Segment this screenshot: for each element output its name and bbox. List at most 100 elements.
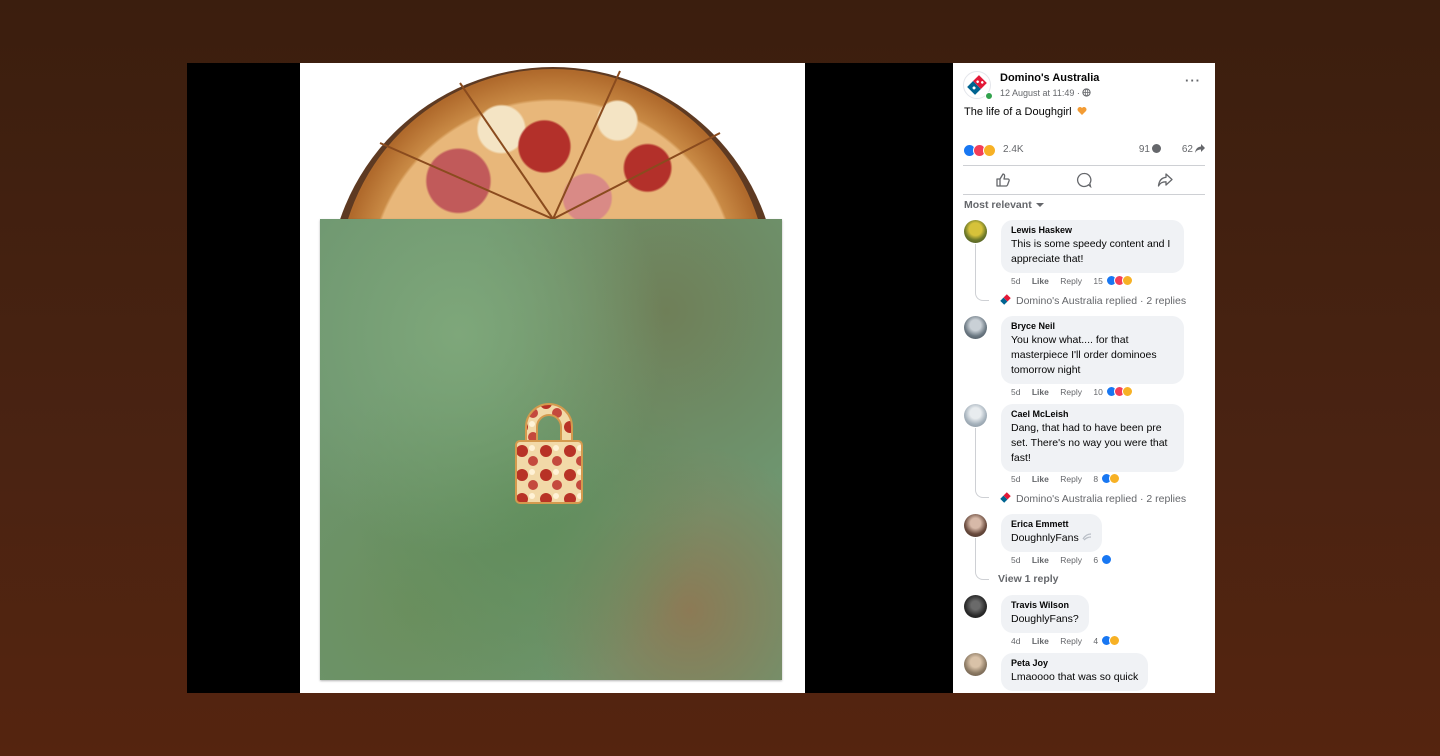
avatar[interactable] [964,220,987,243]
comment-time[interactable]: 5d [1011,474,1020,484]
sort-label: Most relevant [964,199,1032,211]
comment-reply-button[interactable]: Reply [1060,474,1082,484]
comment-sort-dropdown[interactable]: Most relevant [964,199,1044,211]
comment-reaction-count[interactable]: 6 [1093,555,1098,565]
comment-reaction-icons [1101,635,1121,646]
comment-reaction-count[interactable]: 4 [1093,636,1098,646]
commenter-name[interactable]: Erica Emmett [1011,519,1092,529]
post-timestamp[interactable]: 12 August at 11:49 · [1000,88,1092,98]
comment-reaction-icons [1101,473,1121,484]
comment-bubble: Lewis Haskew This is some speedy content… [1001,220,1184,273]
comment-time[interactable]: 4d [1011,636,1020,646]
divider-bottom [963,194,1205,195]
share-count-value: 62 [1181,144,1193,155]
comment-count[interactable]: 91 [1139,144,1161,155]
reaction-icons[interactable] [963,144,996,157]
commenter-name[interactable]: Peta Joy [1011,658,1138,668]
share-count[interactable]: 62 [1182,144,1205,155]
comment-like-button[interactable]: Like [1032,387,1049,397]
globe-icon [1082,88,1092,97]
commenter-name[interactable]: Lewis Haskew [1011,225,1174,235]
comment-button[interactable] [1044,167,1125,193]
more-options-button[interactable]: ··· [1185,73,1201,88]
avatar[interactable] [964,653,987,676]
comment-time[interactable]: 5d [1011,276,1020,286]
locked-blurred-content[interactable] [320,219,782,680]
comment-reply-button[interactable]: Reply [1060,276,1082,286]
avatar[interactable] [964,514,987,537]
haha-reaction-icon [983,144,996,157]
like-button[interactable] [963,167,1044,193]
comment-like-button[interactable]: Like [1032,636,1049,646]
post-sidebar: Domino's Australia 12 August at 11:49 · … [953,63,1215,693]
comment-bubble: Peta Joy Lmaoooo that was so quick [1001,653,1149,691]
share-button[interactable] [1124,167,1205,193]
post-photo[interactable] [300,63,805,693]
comment-like-button[interactable]: Like [1032,555,1049,565]
pizza-image [300,63,805,219]
haha-reaction-icon [1109,635,1121,646]
avatar[interactable] [964,404,987,427]
comment-text: Lmaoooo that was so quick [1011,671,1139,683]
comment-text: Dang, that had to have been pre set. The… [1011,422,1168,464]
reaction-count[interactable]: 2.4K [1003,144,1024,155]
comment-like-button[interactable]: Like [1032,276,1049,286]
post-date[interactable]: 12 August at 11:49 · [1000,88,1080,98]
comment-bubble: Erica Emmett DoughnlyFans [1001,514,1102,552]
comment-bubble: Cael McLeish Dang, that had to have been… [1001,404,1184,472]
haha-reaction-icon [1122,275,1134,286]
commenter-name[interactable]: Travis Wilson [1011,600,1079,610]
comment-reaction-count[interactable]: 8 [1093,474,1098,484]
comment-reaction-icons [1106,275,1134,286]
like-reaction-icon [1101,554,1113,565]
page-replied-link[interactable]: Domino's Australia replied · 2 replies [999,491,1186,505]
page-name-link[interactable]: Domino's Australia [1000,72,1099,84]
thread-line [975,538,989,580]
media-viewer [187,63,953,693]
comment-icon [1076,172,1092,188]
comment-count-value: 91 [1138,144,1150,155]
replied-text: Domino's Australia replied · 2 replies [1016,295,1187,307]
online-status-dot [985,92,993,100]
thread-line [975,428,989,498]
dash-emoji-icon [1082,533,1091,541]
comment-time[interactable]: 5d [1011,387,1020,397]
divider-top [963,165,1205,166]
share-arrow-icon [1195,144,1205,153]
replied-text: Domino's Australia replied · 2 replies [1016,493,1187,505]
post-caption: The life of a Doughgirl [964,106,1087,118]
comment-bubble: Bryce Neil You know what.... for that ma… [1001,316,1184,384]
post-header: Domino's Australia 12 August at 11:49 · … [963,71,1205,103]
comment-reply-button[interactable]: Reply [1060,555,1082,565]
comment-reaction-icons [1101,554,1113,565]
comment-reaction-count[interactable]: 15 [1093,276,1102,286]
commenter-name[interactable]: Bryce Neil [1011,321,1174,331]
pizza-lock-icon[interactable] [514,395,584,505]
post-actions [963,167,1205,193]
comment-reaction-count[interactable]: 10 [1093,387,1102,397]
comment-bubble: Travis Wilson DoughlyFans? [1001,595,1089,633]
comment-time[interactable]: 5d [1011,555,1020,565]
avatar[interactable] [964,316,987,339]
comment-text-value: DoughnlyFans [1011,532,1079,544]
comment-footer: 5d Like Reply 6 [1011,554,1118,565]
comment-footer: 5d Like Reply 10 [1011,386,1139,397]
view-replies-link[interactable]: View 1 reply [998,573,1059,585]
comment-reaction-icons [1106,386,1134,397]
avatar[interactable] [964,595,987,618]
comment-reply-button[interactable]: Reply [1060,636,1082,646]
post-caption-text: The life of a Doughgirl [964,106,1072,118]
haha-reaction-icon [1122,386,1134,397]
comment-reply-button[interactable]: Reply [1060,387,1082,397]
page-replied-link[interactable]: Domino's Australia replied · 2 replies [999,293,1186,307]
orange-heart-icon [1077,107,1087,115]
pizza-slice-lines [379,70,721,219]
comment-like-button[interactable]: Like [1032,474,1049,484]
comment-text: DoughlyFans? [1011,613,1079,625]
commenter-name[interactable]: Cael McLeish [1011,409,1174,419]
thread-line [975,244,989,301]
comment-footer: 4d Like Reply 4 [1011,635,1126,646]
comment-text: You know what.... for that masterpiece I… [1011,334,1157,376]
dominos-mini-icon [1000,294,1011,305]
reactions-summary: 2.4K 91 62 [963,143,1205,159]
